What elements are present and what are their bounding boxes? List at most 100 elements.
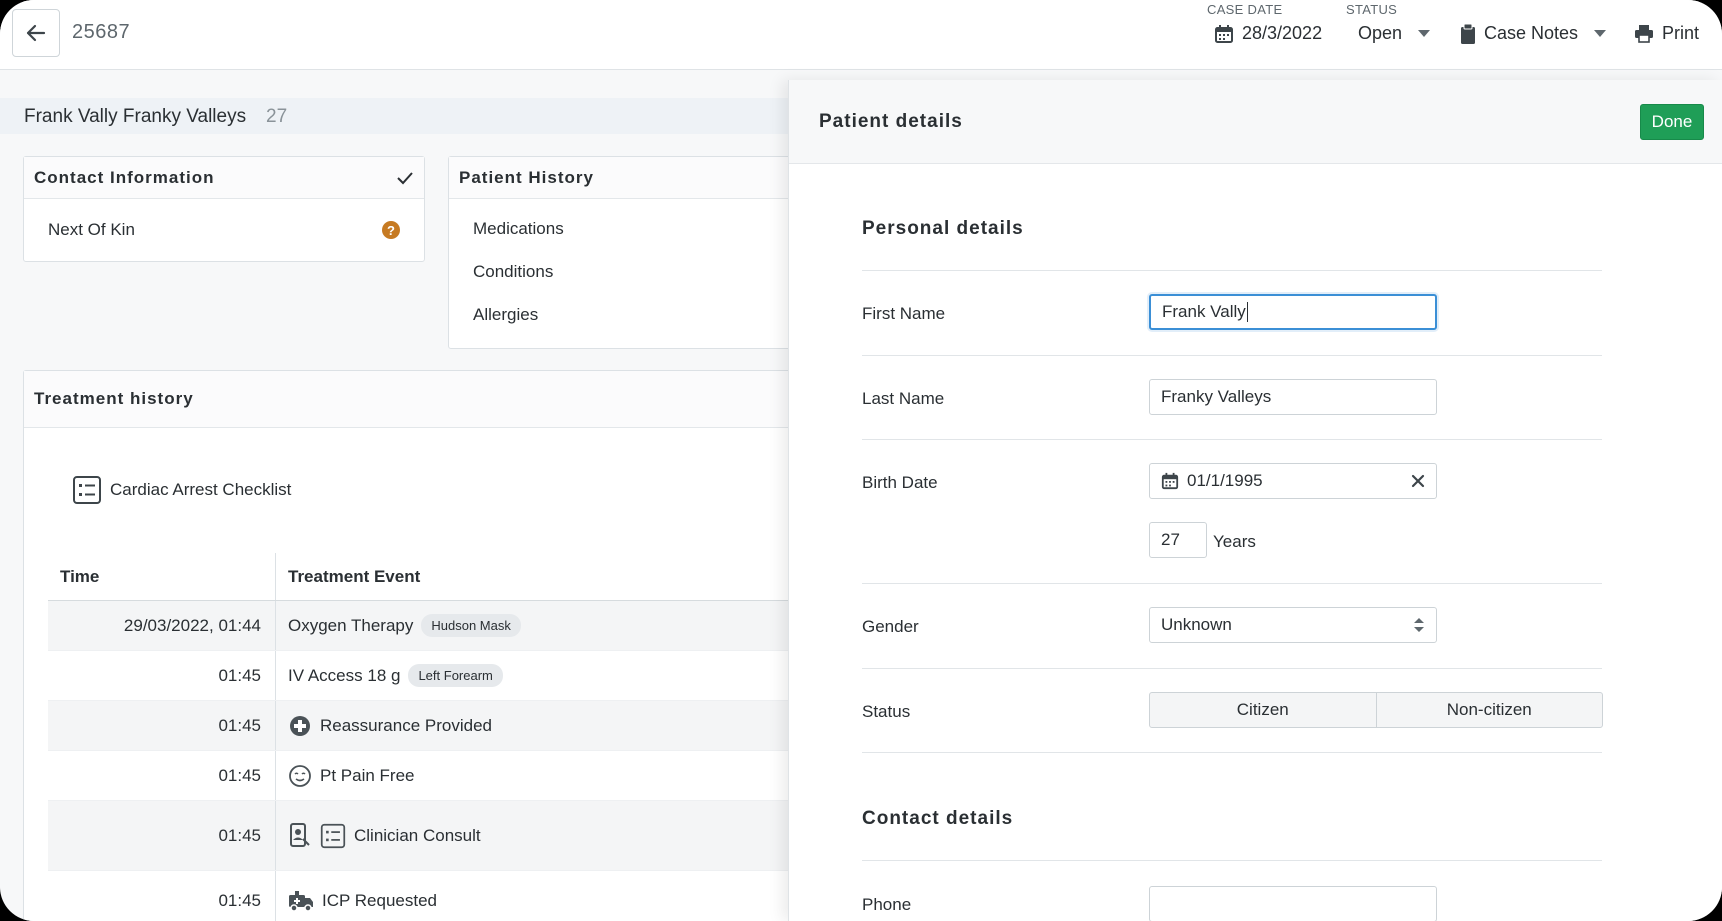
item-label: Next Of Kin	[48, 220, 135, 239]
printer-icon	[1635, 24, 1653, 43]
patient-band: Frank Vally Franky Valleys 27	[0, 98, 800, 134]
checklist-label: Cardiac Arrest Checklist	[110, 480, 292, 499]
phone-field[interactable]	[1149, 886, 1437, 921]
conditions-item[interactable]: Conditions	[449, 250, 807, 293]
row-event: Pt Pain Free	[320, 765, 415, 785]
gender-label: Gender	[862, 617, 919, 636]
personal-details-title: Personal details	[862, 218, 1024, 239]
row-tag: Hudson Mask	[421, 614, 521, 637]
first-name-label: First Name	[862, 304, 946, 323]
divider	[862, 583, 1602, 584]
chevron-down-icon	[1594, 30, 1607, 37]
table-row[interactable]: 29/03/2022, 01:44 Oxygen Therapy Hudson …	[48, 601, 808, 651]
row-time: 01:45	[48, 701, 276, 750]
row-time: 01:45	[48, 651, 276, 700]
row-event: IV Access 18 g	[288, 665, 401, 685]
clear-icon[interactable]	[1411, 474, 1425, 488]
gender-value: Unknown	[1161, 615, 1232, 634]
case-date-label: CASE DATE	[1207, 2, 1283, 17]
first-name-field[interactable]: Frank Vally	[1149, 294, 1437, 330]
row-time: 01:45	[48, 801, 276, 870]
medical-cross-icon	[290, 715, 310, 736]
print-label: Print	[1662, 23, 1700, 43]
case-date-picker[interactable]: 28/3/2022	[1214, 23, 1322, 44]
case-id: 25687	[72, 21, 131, 43]
card-title: Treatment history	[34, 389, 194, 408]
column-header-time: Time	[48, 553, 276, 600]
patient-details-panel: Patient details Done Personal details Fi…	[788, 80, 1722, 921]
row-event: Clinician Consult	[354, 825, 481, 845]
patient-name: Frank Vally Franky Valleys	[24, 106, 247, 127]
panel-title: Patient details	[819, 111, 963, 132]
table-row[interactable]: 01:45 Pt Pain Free	[48, 751, 808, 801]
app-frame: 25687 CASE DATE 28/3/2022 STATUS Open Ca…	[0, 0, 1722, 921]
last-name-label: Last Name	[862, 389, 945, 408]
select-arrows-icon	[1414, 618, 1424, 632]
table-row[interactable]: 01:45 Reassurance Provided	[48, 701, 808, 751]
divider	[862, 668, 1602, 669]
divider	[862, 752, 1602, 753]
status-label: Status	[862, 702, 911, 721]
checklist-icon	[320, 823, 346, 848]
card-header: Treatment history	[24, 371, 812, 428]
calendar-icon	[1215, 24, 1233, 43]
patient-history-card: Patient History Medications Conditions A…	[448, 156, 808, 349]
first-name-value: Frank Vally	[1162, 302, 1246, 321]
treatment-table: Time Treatment Event 29/03/2022, 01:44 O…	[48, 553, 808, 921]
non-citizen-option[interactable]: Non-citizen	[1375, 693, 1603, 727]
ambulance-icon	[289, 890, 313, 912]
card-header[interactable]: Patient History	[449, 157, 807, 199]
text-cursor	[1246, 302, 1248, 322]
medications-item[interactable]: Medications	[449, 207, 807, 250]
row-event: ICP Requested	[322, 890, 437, 910]
checklist-icon	[73, 476, 101, 504]
birth-date-label: Birth Date	[862, 473, 938, 492]
birth-date-field[interactable]: 01/1/1995	[1149, 463, 1437, 499]
citizenship-toggle: Citizen Non-citizen	[1149, 692, 1603, 728]
arrow-left-icon	[26, 24, 46, 42]
table-row[interactable]: 01:45 Clinician Consult	[48, 801, 808, 871]
patient-age: 27	[266, 106, 288, 127]
next-of-kin-item[interactable]: Next Of Kin ?	[24, 199, 424, 261]
calm-face-icon	[289, 764, 311, 787]
gender-select[interactable]: Unknown	[1149, 607, 1437, 643]
checklist-link[interactable]: Cardiac Arrest Checklist	[72, 475, 291, 505]
case-notes-dropdown[interactable]: Case Notes	[1460, 23, 1607, 44]
card-title: Patient History	[459, 167, 594, 187]
panel-header: Patient details Done	[789, 80, 1722, 164]
birth-date-value: 01/1/1995	[1187, 471, 1263, 490]
age-unit-label: Years	[1213, 532, 1256, 551]
status-dropdown[interactable]: Open	[1358, 23, 1431, 44]
citizen-option[interactable]: Citizen	[1150, 693, 1376, 727]
row-event: Oxygen Therapy	[288, 615, 414, 635]
table-row[interactable]: 01:45 IV Access 18 g Left Forearm	[48, 651, 808, 701]
done-button[interactable]: Done	[1640, 104, 1704, 140]
case-date-value: 28/3/2022	[1242, 23, 1323, 43]
contact-information-card: Contact Information Next Of Kin ?	[23, 156, 425, 262]
top-bar: 25687 CASE DATE 28/3/2022 STATUS Open Ca…	[0, 0, 1722, 70]
help-icon[interactable]: ?	[382, 221, 400, 239]
last-name-value: Franky Valleys	[1161, 387, 1272, 406]
print-button[interactable]: Print	[1634, 23, 1699, 44]
chevron-down-icon	[1418, 30, 1431, 37]
allergies-item[interactable]: Allergies	[449, 293, 807, 336]
row-tag: Left Forearm	[408, 664, 503, 687]
card-header[interactable]: Contact Information	[24, 157, 424, 199]
table-row[interactable]: 01:45 ICP Requested	[48, 871, 808, 921]
clipboard-icon	[1461, 23, 1475, 44]
age-field[interactable]: 27	[1149, 522, 1207, 558]
row-time: 29/03/2022, 01:44	[48, 601, 276, 650]
status-value: Open	[1358, 23, 1403, 43]
status-label: STATUS	[1346, 2, 1398, 17]
card-title: Contact Information	[34, 167, 215, 187]
age-value: 27	[1161, 530, 1180, 549]
back-button[interactable]	[12, 9, 60, 57]
last-name-field[interactable]: Franky Valleys	[1149, 379, 1437, 415]
contact-details-title: Contact details	[862, 808, 1014, 829]
phone-consult-icon	[290, 822, 310, 847]
divider	[862, 355, 1602, 356]
checkmark-icon	[397, 171, 413, 184]
calendar-icon	[1161, 472, 1179, 490]
table-header: Time Treatment Event	[48, 553, 808, 601]
column-header-event: Treatment Event	[288, 566, 421, 586]
